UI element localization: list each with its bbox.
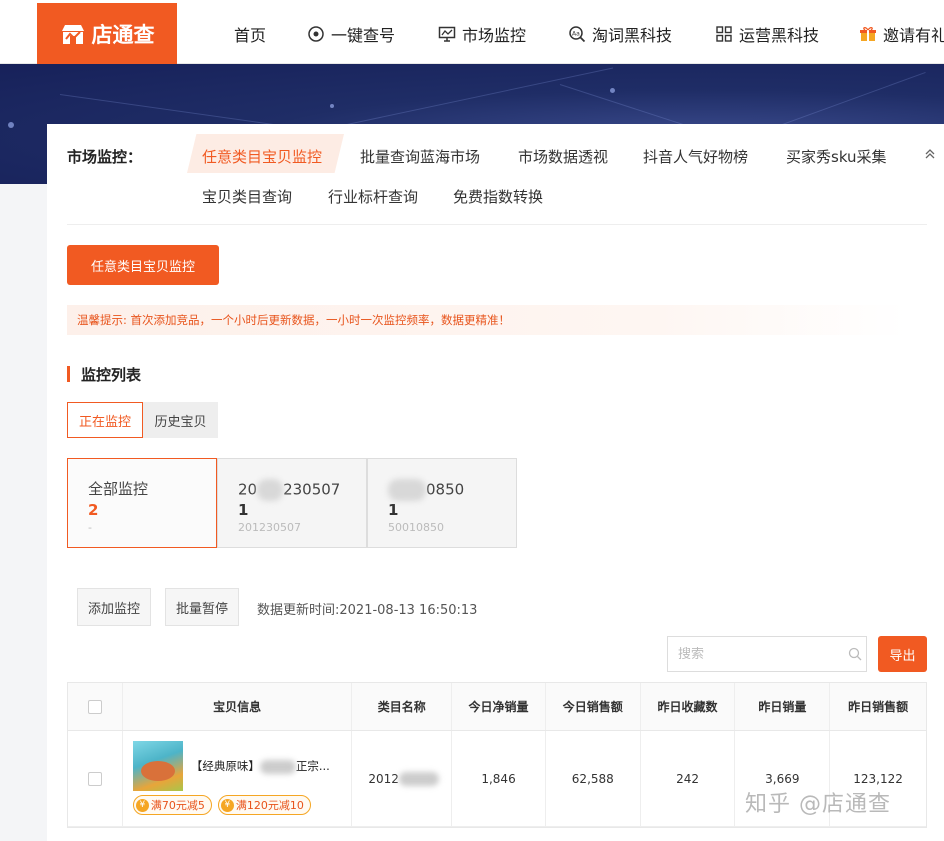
grid-icon [715, 25, 733, 43]
export-button[interactable]: 导出 [878, 636, 927, 672]
category-cell: 2012 [352, 731, 453, 826]
redacted-blur [257, 479, 284, 501]
nav-invite[interactable]: 邀请有礼 [859, 22, 944, 46]
table-header: 宝贝信息 类目名称 今日净销量 今日销售额 昨日收藏数 昨日销量 昨日销售额 [68, 683, 926, 731]
batch-pause-button[interactable]: 批量暂停 [165, 588, 240, 626]
nav-keyword-tech[interactable]: Aa 淘词黑科技 [568, 22, 672, 46]
divider [67, 224, 927, 225]
shop-icon [60, 23, 86, 45]
search-box [667, 636, 867, 672]
subnav-item-douyin-ranking[interactable]: 抖音人气好物榜 [643, 146, 748, 167]
coupon-badge: ¥ 满70元减5 [132, 795, 212, 815]
tip-banner: 温馨提示: 首次添加竞品，一个小时后更新数据，一小时一次监控频率，数据更精准！ [67, 305, 907, 335]
header-today-revenue[interactable]: 今日销售额 [546, 683, 641, 730]
eye-icon [307, 25, 325, 43]
coupon-badge: ¥ 满120元减10 [217, 795, 311, 815]
redacted-blur [259, 759, 296, 774]
section-title: 监控列表 [67, 364, 141, 384]
product-name[interactable]: 【经典原味】 正宗... [191, 758, 330, 774]
gift-icon [859, 25, 877, 43]
monitor-card-category-2[interactable]: 0850 1 50010850 [367, 458, 517, 548]
update-time: 数据更新时间:2021-08-13 16:50:13 [257, 603, 478, 618]
subnav-item-benchmark[interactable]: 行业标杆查询 [328, 186, 418, 207]
chevron-up-icon[interactable] [923, 146, 937, 160]
brand-logo[interactable]: 店通查 [37, 3, 177, 64]
header-category: 类目名称 [352, 683, 453, 730]
today-revenue-cell: 62,588 [546, 731, 641, 826]
monitor-icon [438, 25, 456, 43]
product-info: 【经典原味】 正宗... ¥ 满70元减5 ¥ 满120元减10 [123, 731, 353, 826]
subnav-title: 市场监控： [67, 148, 143, 166]
add-monitor-button[interactable]: 添加监控 [77, 588, 152, 626]
header-product-info: 宝贝信息 [123, 683, 353, 730]
svg-text:Aa: Aa [572, 31, 580, 38]
section-accent-bar [67, 366, 70, 382]
search-icon[interactable] [848, 647, 862, 661]
brand-name: 店通查 [91, 22, 155, 47]
subnav-item-data-pivot[interactable]: 市场数据透视 [518, 146, 608, 167]
header-yesterday-revenue[interactable]: 昨日销售额 [830, 683, 926, 730]
subnav-item-any-category[interactable]: 任意类目宝贝监控 [202, 146, 322, 167]
header-yesterday-favorites[interactable]: 昨日收藏数 [641, 683, 736, 730]
nav-operation-tech[interactable]: 运营黑科技 [715, 22, 819, 46]
top-navbar: 店通查 首页 一键查号 市场监控 Aa 淘词黑科技 运营黑科技 邀请有礼 [0, 0, 944, 64]
yesterday-favorites-cell: 242 [641, 731, 736, 826]
header-yesterday-sales[interactable]: 昨日销量 [735, 683, 831, 730]
redacted-blur [388, 479, 426, 501]
header-today-net-sales[interactable]: 今日净销量 [452, 683, 546, 730]
nav-home[interactable]: 首页 [234, 22, 266, 46]
nav-market-monitor[interactable]: 市场监控 [438, 22, 526, 46]
product-thumbnail[interactable] [132, 741, 183, 791]
tab-monitoring[interactable]: 正在监控 [67, 402, 143, 438]
select-all-checkbox[interactable] [87, 699, 102, 714]
nav-account-check[interactable]: 一键查号 [307, 22, 395, 46]
redacted-blur [398, 771, 439, 786]
row-checkbox[interactable] [87, 771, 102, 786]
subnav-item-category-query[interactable]: 宝贝类目查询 [202, 186, 292, 207]
coupon-icon: ¥ [135, 798, 149, 812]
subnav-item-index-convert[interactable]: 免费指数转换 [453, 186, 543, 207]
today-net-sales-cell: 1,846 [452, 731, 546, 826]
search-input[interactable] [678, 646, 848, 662]
main-panel: 市场监控： 任意类目宝贝监控 批量查询蓝海市场 市场数据透视 抖音人气好物榜 买… [47, 124, 944, 841]
subnav-item-buyer-sku[interactable]: 买家秀sku采集 [786, 146, 887, 167]
any-category-monitor-button[interactable]: 任意类目宝贝监控 [67, 245, 219, 285]
watermark: 知乎 @店通查 [745, 792, 891, 817]
coupon-icon: ¥ [220, 798, 234, 812]
search-word-icon: Aa [568, 25, 586, 43]
tab-history[interactable]: 历史宝贝 [143, 402, 218, 438]
subnav-item-blue-ocean[interactable]: 批量查询蓝海市场 [360, 146, 480, 167]
monitor-card-category-1[interactable]: 20 230507 1 201230507 [217, 458, 367, 548]
monitor-card-all[interactable]: 全部监控 2 - [67, 458, 217, 548]
